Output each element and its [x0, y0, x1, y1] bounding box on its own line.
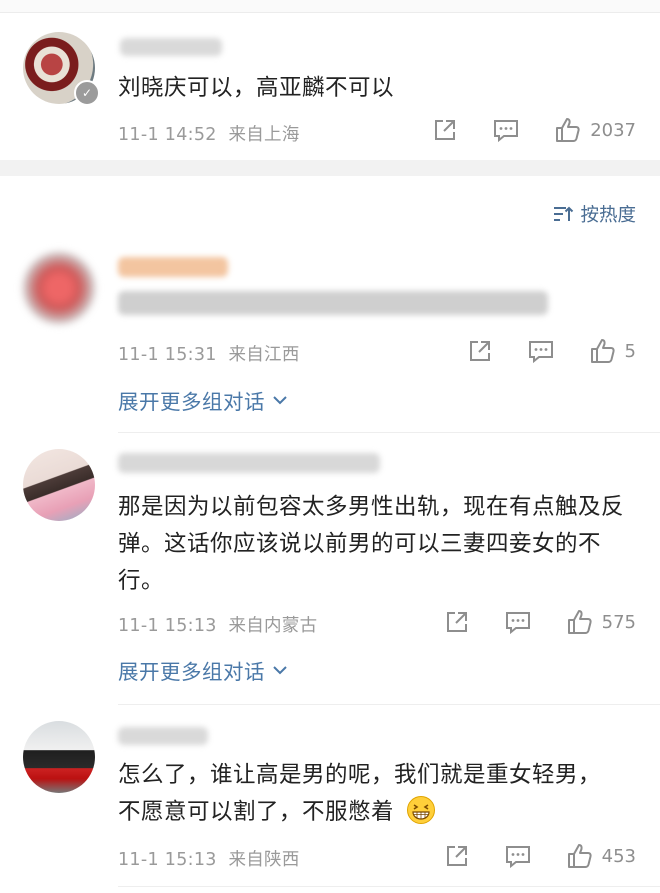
share-button[interactable]	[444, 609, 470, 635]
comment-icon	[505, 612, 530, 635]
comment-icon	[494, 120, 519, 143]
username-blurred[interactable]	[118, 727, 208, 745]
comment-actions: 575	[444, 608, 636, 636]
expand-conversation-link[interactable]: 展开更多组对话	[118, 655, 289, 685]
reply-comment: 11-1 15:31 来自江西 5 展开更多组对话	[0, 245, 660, 430]
chevron-down-icon	[273, 666, 287, 675]
comment-meta: 11-1 15:13 来自内蒙古	[118, 612, 317, 637]
comment-actions: 453	[444, 842, 636, 870]
like-icon	[567, 844, 592, 868]
like-count: 5	[624, 340, 636, 362]
username-blurred[interactable]	[120, 38, 222, 56]
comment-location: 来自江西	[228, 345, 300, 365]
section-gap	[0, 160, 660, 176]
expand-label: 展开更多组对话	[118, 390, 265, 414]
share-icon	[435, 120, 456, 140]
reply-comment: 那是因为以前包容太多男性出轨，现在有点触及反弹。这话你应该说以前男的可以三妻四妾…	[0, 433, 660, 703]
verified-badge-icon: ✓	[74, 80, 100, 106]
comment-text: 刘晓庆可以，高亚麟不可以	[118, 75, 395, 101]
share-icon	[469, 341, 490, 361]
username-blurred[interactable]	[118, 453, 380, 473]
share-button[interactable]	[432, 117, 458, 143]
divider	[118, 886, 660, 887]
top-comment: ✓ 刘晓庆可以，高亚麟不可以 11-1 14:52 来自上海 2037	[0, 0, 660, 160]
share-icon	[446, 612, 467, 632]
avatar[interactable]	[23, 721, 95, 793]
sort-label: 按热度	[580, 205, 636, 226]
comment-actions: 5	[467, 337, 636, 365]
comment-text-blurred	[118, 291, 548, 315]
comment-time: 11-1 15:13	[118, 850, 217, 870]
comment-actions: 2037	[432, 116, 636, 144]
comment-time: 11-1 15:31	[118, 345, 217, 365]
reply-button[interactable]	[492, 117, 520, 143]
comment-time: 11-1 15:13	[118, 616, 217, 636]
expand-conversation-link[interactable]: 展开更多组对话	[118, 385, 289, 415]
comment-time: 11-1 14:52	[118, 125, 217, 145]
like-count: 453	[601, 845, 636, 867]
comment-location: 来自内蒙古	[228, 616, 318, 636]
like-button[interactable]: 453	[566, 842, 636, 870]
comment-icon	[505, 846, 530, 869]
comment-meta: 11-1 15:13 来自陕西	[118, 846, 300, 871]
like-icon	[556, 118, 580, 142]
like-icon	[567, 610, 592, 634]
comment-icon	[528, 341, 553, 364]
like-count: 2037	[590, 119, 636, 141]
chevron-down-icon	[273, 396, 287, 405]
share-button[interactable]	[444, 843, 470, 869]
avatar[interactable]	[23, 252, 95, 324]
comment-text: 那是因为以前包容太多男性出轨，现在有点触及反弹。这话你应该说以前男的可以三妻四妾…	[118, 494, 625, 594]
comment-location: 来自上海	[228, 125, 300, 145]
grin-emoji-icon	[406, 795, 436, 837]
reply-button[interactable]	[504, 843, 532, 869]
sort-icon	[554, 206, 574, 221]
reply-button[interactable]	[504, 609, 532, 635]
like-button[interactable]: 2037	[554, 116, 636, 144]
sort-toggle[interactable]: 按热度	[552, 201, 636, 227]
reply-button[interactable]	[527, 338, 555, 364]
comment-text: 怎么了，谁让高是男的呢，我们就是重女轻男，不愿意可以割了，不服憋着	[118, 757, 618, 837]
share-icon	[446, 846, 467, 866]
like-icon	[590, 339, 615, 363]
share-button[interactable]	[467, 338, 493, 364]
avatar[interactable]	[23, 449, 95, 521]
comment-location: 来自陕西	[228, 850, 300, 870]
reply-comment: 怎么了，谁让高是男的呢，我们就是重女轻男，不愿意可以割了，不服憋着 11-1 1…	[0, 705, 660, 893]
username-blurred[interactable]	[118, 257, 228, 277]
like-count: 575	[601, 611, 636, 633]
expand-label: 展开更多组对话	[118, 660, 265, 684]
like-button[interactable]: 575	[566, 608, 636, 636]
like-button[interactable]: 5	[589, 337, 636, 365]
comment-meta: 11-1 14:52 来自上海	[118, 121, 300, 146]
comment-text-body: 怎么了，谁让高是男的呢，我们就是重女轻男，不愿意可以割了，不服憋着	[118, 762, 602, 825]
comment-meta: 11-1 15:31 来自江西	[118, 341, 300, 366]
